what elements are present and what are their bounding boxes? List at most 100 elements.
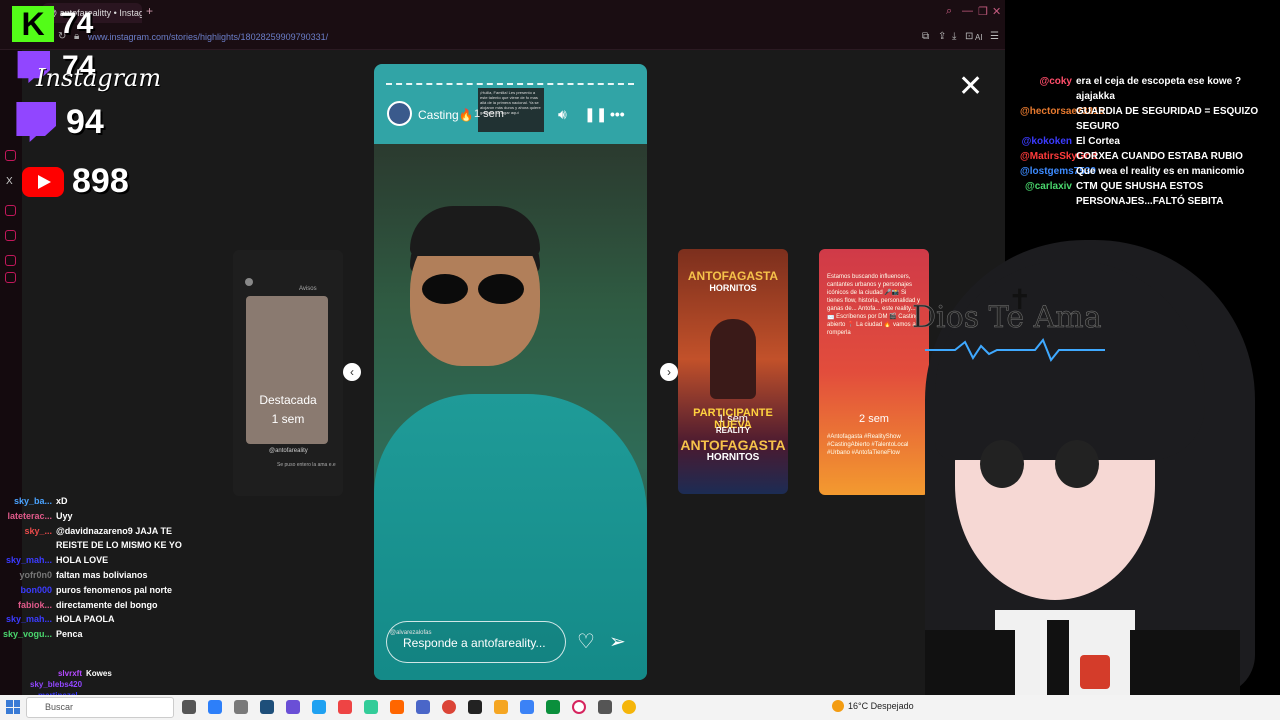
- like-heart-icon[interactable]: ♡: [577, 629, 595, 654]
- twitch-viewers: 94: [0, 102, 104, 142]
- chat-text: era el ceja de escopeta ese kowe ? ajaja…: [1076, 76, 1242, 102]
- chat-username[interactable]: @lostgems7530: [1020, 164, 1096, 179]
- x-logo-icon: X: [6, 176, 13, 187]
- chat-message: @hectorsaez3315 GUARDIA DE SEGURIDAD = ES…: [1020, 104, 1280, 134]
- settings-app-icon[interactable]: [234, 700, 248, 714]
- story-username[interactable]: Casting🔥: [418, 108, 474, 122]
- chat-username[interactable]: @kokoken: [1020, 134, 1072, 149]
- close-story-icon[interactable]: ✕: [958, 72, 983, 102]
- story-preview-left[interactable]: Avisos Destacada 1 sem @antofareality Se…: [233, 250, 343, 496]
- search-tabs-icon[interactable]: ⌕: [946, 5, 952, 18]
- card-left-time: 1 sem: [271, 412, 305, 426]
- sidebar-extensions-icon[interactable]: [5, 255, 16, 266]
- chat-message: slvrxft Kowes: [30, 668, 230, 679]
- sidebar-settings-icon[interactable]: [5, 272, 16, 283]
- chat-message: fabiok... directamente del bongo: [0, 598, 200, 613]
- chat-username[interactable]: sky_ba...: [0, 494, 52, 509]
- sidebar-history-icon[interactable]: [5, 230, 16, 241]
- windows-taskbar: Buscar 16°C Despejado: [0, 695, 1280, 720]
- sunglasses-right: [478, 274, 524, 304]
- chat-username[interactable]: @hectorsaez3315: [1020, 104, 1104, 134]
- chrome-icon[interactable]: [442, 700, 456, 714]
- chat-username[interactable]: sky_vogu...: [0, 627, 52, 642]
- active-story[interactable]: Casting🔥 ¡Huilla, Familia! Les presento …: [374, 64, 647, 680]
- chat-text: xD: [56, 496, 68, 506]
- weather-text[interactable]: 16°C Despejado: [848, 701, 914, 711]
- chat-username[interactable]: sky_mah...: [0, 553, 52, 568]
- story-video[interactable]: [374, 144, 647, 680]
- taskbar-search-input[interactable]: Buscar: [26, 697, 174, 718]
- taskbar-search-placeholder: Buscar: [45, 702, 74, 712]
- chat-username[interactable]: fabiok...: [0, 598, 52, 613]
- chat-username[interactable]: lateterac...: [0, 509, 52, 524]
- send-icon[interactable]: ➢: [609, 629, 626, 654]
- app-file-icon[interactable]: [520, 700, 534, 714]
- chat-username[interactable]: @carlaxiv: [1020, 179, 1072, 209]
- person-hair-top: [410, 206, 540, 256]
- prev-story-button[interactable]: ‹: [343, 363, 361, 381]
- discord-icon[interactable]: [286, 700, 300, 714]
- story-preview-middle[interactable]: ANTOFAGASTA HORNITOS 1 sem PARTICIPANTE …: [678, 249, 788, 494]
- minimize-icon[interactable]: —: [962, 5, 973, 17]
- story-avatar[interactable]: [387, 101, 412, 126]
- opera-icon[interactable]: [572, 700, 586, 714]
- browser-app-icon[interactable]: [312, 700, 326, 714]
- chat-username[interactable]: @MatirsSkyGod: [1020, 149, 1097, 164]
- download-icon[interactable]: ⤓: [952, 31, 956, 42]
- reply-input[interactable]: Responde a antofareality...: [386, 621, 566, 663]
- weather-sun-icon: [832, 700, 844, 712]
- chat-message: sky_mah... HOLA LOVE: [0, 553, 200, 568]
- twitch-count: 94: [66, 102, 104, 141]
- app-grey-icon[interactable]: [598, 700, 612, 714]
- app-dark-green-icon[interactable]: [546, 700, 560, 714]
- app-yellow-icon[interactable]: [622, 700, 636, 714]
- screenshot-icon[interactable]: ⊡: [965, 31, 973, 42]
- close-window-icon[interactable]: ✕: [992, 5, 1001, 18]
- sidebar-twitch-icon[interactable]: [5, 150, 16, 161]
- chat-message: lateterac... Uyy: [0, 509, 200, 524]
- app-red-icon[interactable]: [338, 700, 352, 714]
- chat-message: sky_mah... HOLA PAOLA: [0, 612, 200, 627]
- chat-message: sky_... @davidnazareno9 JAJA TE REISTE DE…: [0, 524, 200, 554]
- chat-username[interactable]: yofr0n0: [0, 568, 52, 583]
- app-blue-icon[interactable]: [416, 700, 430, 714]
- chat-username[interactable]: sky_blebs420: [30, 679, 82, 690]
- firefox-icon[interactable]: [390, 700, 404, 714]
- app-green-icon[interactable]: [364, 700, 378, 714]
- dios-overlay-text: Dios Te Ama: [912, 300, 1102, 336]
- vscode-icon[interactable]: [260, 700, 274, 714]
- chat-username[interactable]: bon000: [0, 583, 52, 598]
- task-view-icon[interactable]: [182, 700, 196, 714]
- new-tab-button[interactable]: +: [146, 4, 153, 18]
- restore-icon[interactable]: ❐: [978, 5, 988, 18]
- windows-start-icon[interactable]: [6, 700, 20, 714]
- chat-text: HOLA PAOLA: [56, 614, 115, 625]
- pause-icon[interactable]: ❚❚: [584, 106, 607, 123]
- card-mid-brand-bottom: ANTOFAGASTA: [680, 437, 786, 453]
- chat-text: Que wea el reality es en manicomio: [1076, 166, 1245, 177]
- url-field[interactable]: www.instagram.com/stories/highlights/180…: [88, 32, 328, 42]
- sidebar-bookmark-icon[interactable]: [5, 205, 16, 216]
- card-left-title: Destacada: [259, 393, 317, 407]
- avatar-eye-right: [1055, 440, 1099, 488]
- chat-username[interactable]: slvrxft: [30, 668, 82, 679]
- chat-username[interactable]: @coky: [1020, 74, 1072, 104]
- kick-count: 74: [60, 7, 94, 40]
- share-icon[interactable]: ⇪: [938, 31, 946, 42]
- extensions-icon[interactable]: ⧉: [922, 31, 929, 42]
- volume-icon[interactable]: 🔊︎: [558, 106, 567, 123]
- avatar-jacket-right: [1130, 630, 1240, 695]
- card-left-footer: Se puso entero la ama e.e: [277, 462, 336, 468]
- edge-icon[interactable]: [208, 700, 222, 714]
- card-left-handle: @antofareality: [269, 448, 308, 454]
- chat-username[interactable]: sky_mah...: [0, 612, 52, 627]
- next-story-button[interactable]: ›: [660, 363, 678, 381]
- obs-icon[interactable]: [468, 700, 482, 714]
- more-options-icon[interactable]: •••: [610, 106, 625, 122]
- chat-username[interactable]: sky_...: [0, 524, 52, 554]
- chat-message: sky_ba... xD: [0, 494, 200, 509]
- menu-icon[interactable]: ☰: [990, 31, 999, 42]
- ai-button[interactable]: AI: [975, 33, 983, 42]
- card-mid-participant: [710, 319, 756, 399]
- app-orange-icon[interactable]: [494, 700, 508, 714]
